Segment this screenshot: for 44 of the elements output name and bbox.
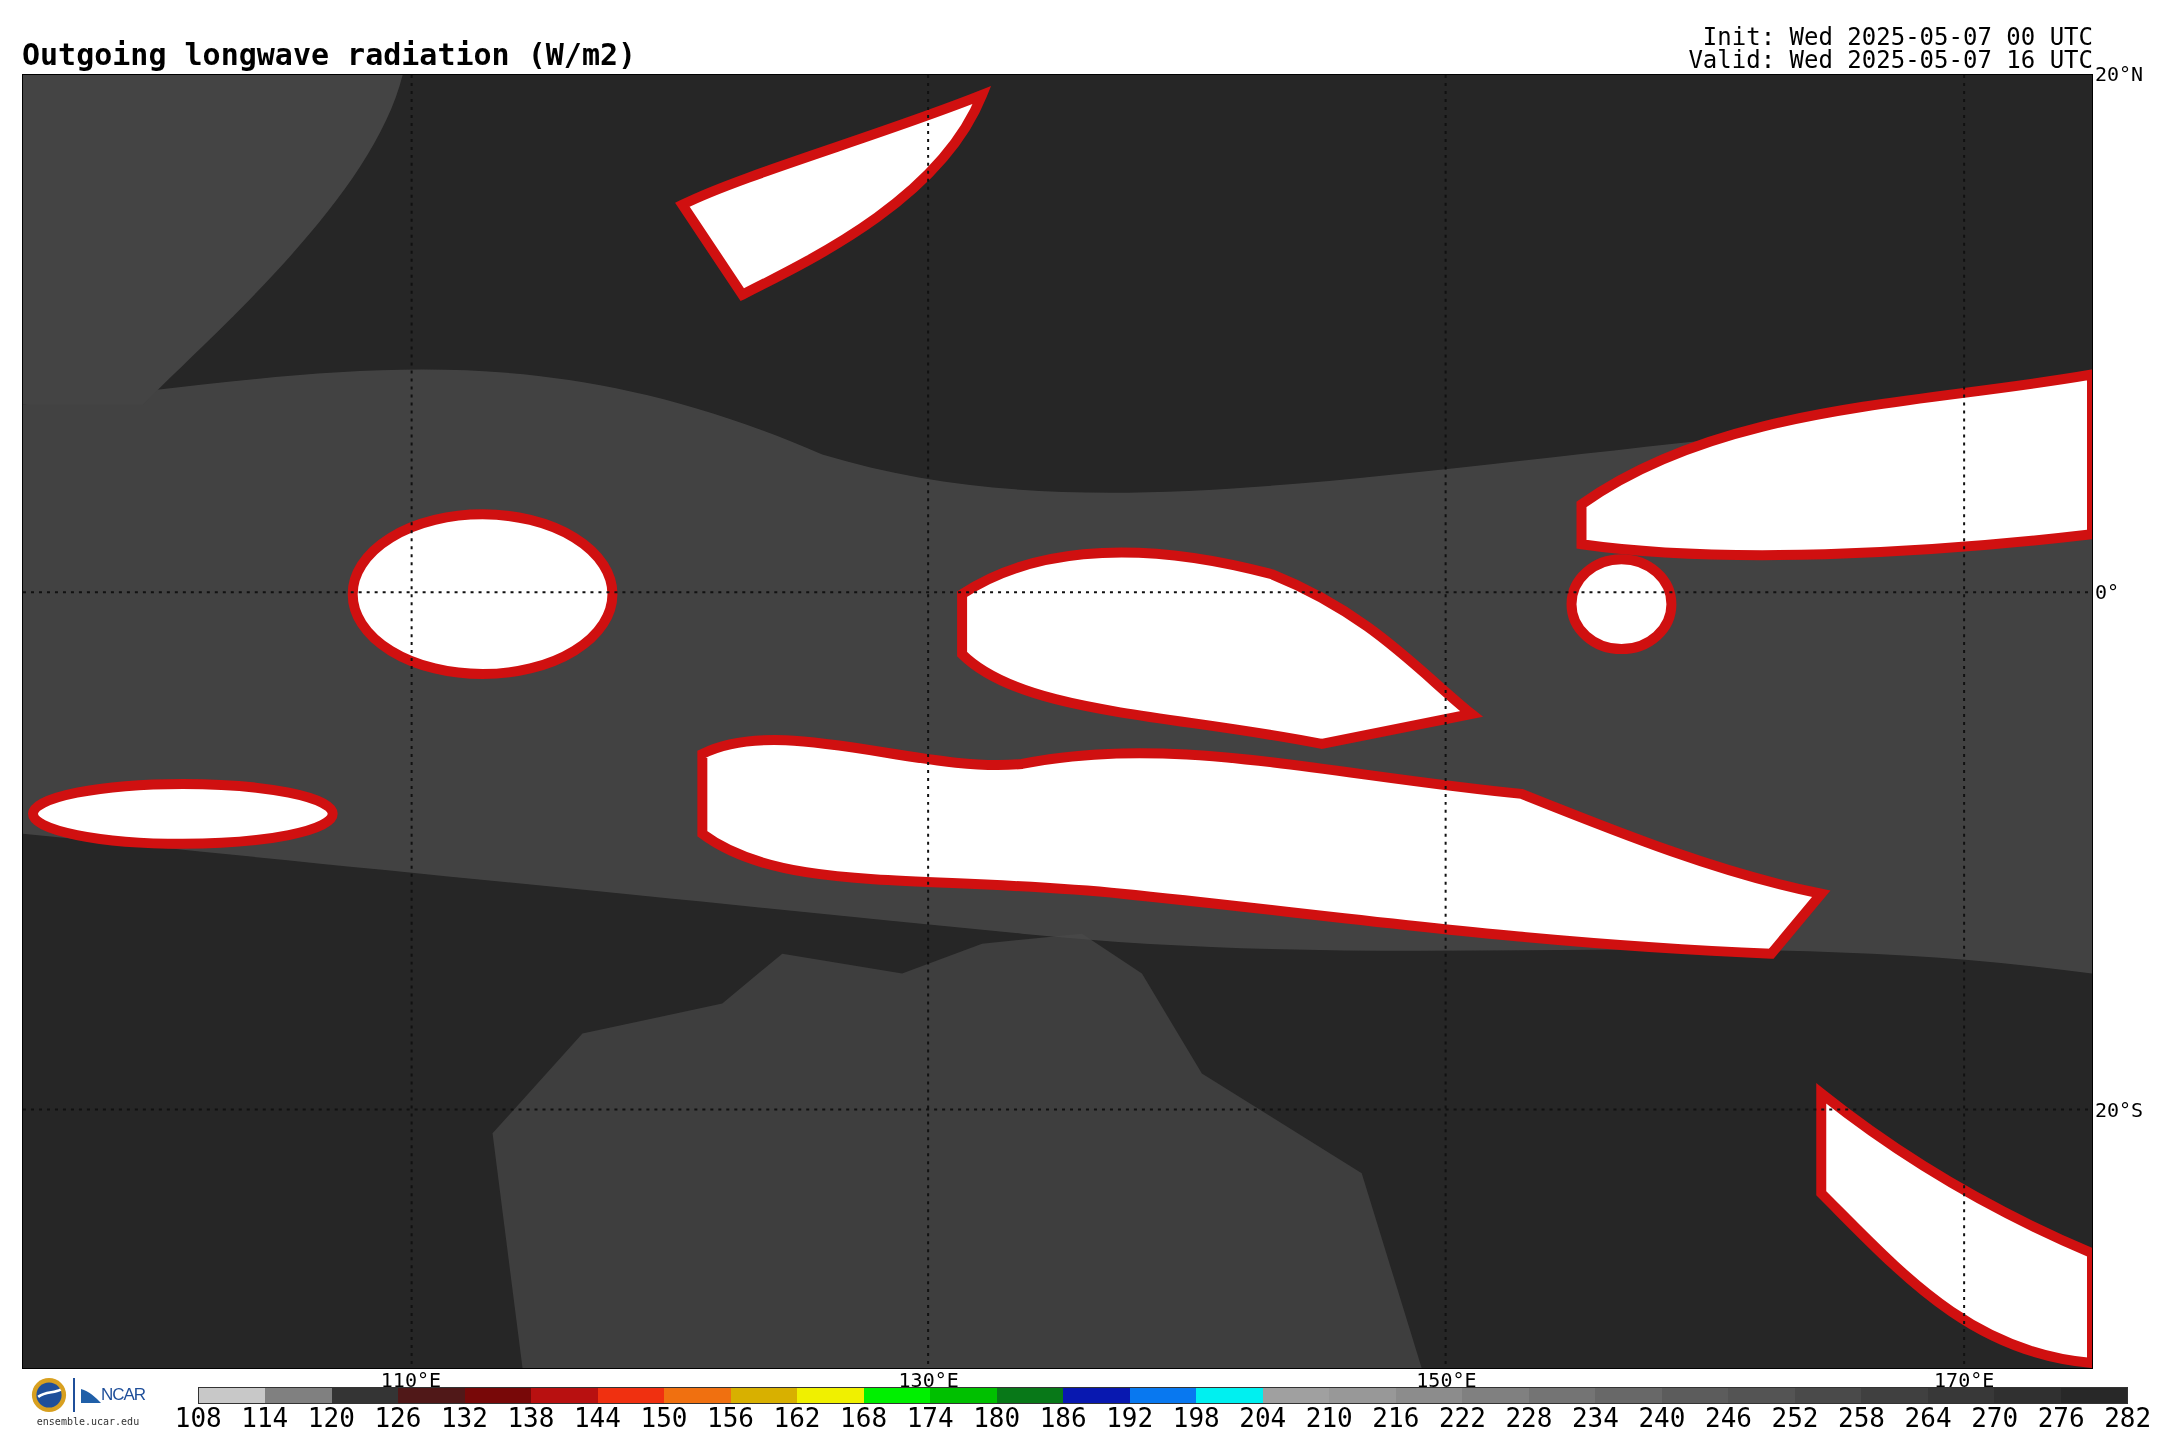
scale-value: 126: [373, 1404, 423, 1432]
scale-value: 174: [905, 1404, 955, 1432]
chart-title: Outgoing longwave radiation (W/m2): [22, 38, 637, 74]
scale-value: 252: [1770, 1404, 1820, 1432]
scale-value: 204: [1238, 1404, 1288, 1432]
site-url: ensemble.ucar.edu: [36, 1416, 140, 1427]
scale-value: 240: [1637, 1404, 1687, 1432]
scale-value: 234: [1570, 1404, 1620, 1432]
scale-value: 108: [173, 1404, 223, 1432]
scale-value: 150: [639, 1404, 689, 1432]
scale-value: 276: [2036, 1404, 2086, 1432]
scale-value: 168: [839, 1404, 889, 1432]
globe-emblem-icon: [30, 1377, 67, 1413]
scale-value: 144: [572, 1404, 622, 1432]
scale-value: 132: [439, 1404, 489, 1432]
scale-value: 198: [1171, 1404, 1221, 1432]
longitude-label: 170°E: [1934, 1369, 1995, 1391]
scale-value: 120: [306, 1404, 356, 1432]
scale-value: 258: [1837, 1404, 1887, 1432]
scale-value: 138: [506, 1404, 556, 1432]
longitude-label: 150°E: [1416, 1369, 1477, 1391]
scale-value: 180: [972, 1404, 1022, 1432]
scale-value: 246: [1704, 1404, 1753, 1432]
valid-time: Valid: Wed 2025-05-07 16 UTC: [1688, 49, 2093, 72]
scale-value: 264: [1903, 1404, 1953, 1432]
latitude-label: 20°N: [2095, 64, 2144, 84]
init-time: Init: Wed 2025-05-07 00 UTC: [1702, 26, 2093, 49]
scale-value: 156: [706, 1404, 755, 1432]
org-name: NCAR: [100, 1385, 146, 1405]
longitude-label: 130°E: [898, 1369, 959, 1391]
scale-value: 216: [1371, 1404, 1421, 1432]
wave-logo-icon: [80, 1387, 101, 1403]
scale-value: 270: [1970, 1404, 2020, 1432]
scale-value: 162: [772, 1404, 822, 1432]
scale-value: 186: [1038, 1404, 1088, 1432]
scale-value: 228: [1504, 1404, 1554, 1432]
scale-value: 282: [2103, 1404, 2153, 1432]
scale-value: 114: [240, 1404, 290, 1432]
latitude-label: 0°: [2095, 582, 2120, 602]
scale-value: 222: [1437, 1404, 1487, 1432]
scale-value: 210: [1304, 1404, 1354, 1432]
latitude-label: 20°S: [2095, 1100, 2144, 1120]
scale-value: 192: [1105, 1404, 1155, 1432]
longitude-label: 110°E: [380, 1369, 442, 1391]
